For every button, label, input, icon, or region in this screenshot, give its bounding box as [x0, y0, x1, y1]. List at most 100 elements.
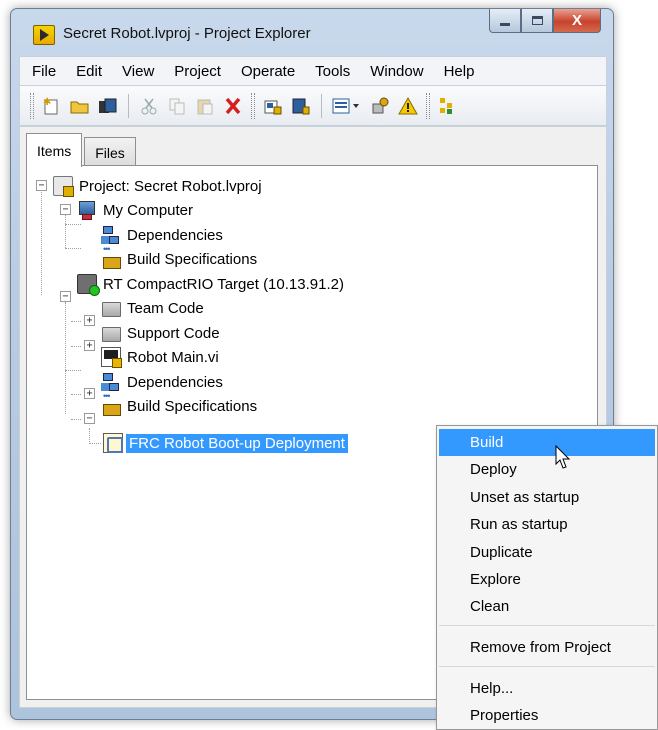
tree-connector: [65, 210, 66, 248]
tree-item-build-specifications[interactable]: Build Specifications: [101, 244, 258, 271]
tree-connector: [65, 302, 66, 414]
tree-item-rt-build-specifications[interactable]: Build Specifications: [101, 391, 258, 418]
properties-icon[interactable]: [368, 94, 392, 118]
menu-item-clean[interactable]: Clean: [439, 593, 655, 620]
tree-item-frc-deployment[interactable]: FRC Robot Boot-up Deployment: [103, 431, 348, 455]
window-controls: X: [489, 9, 601, 33]
menu-item-run-as-startup[interactable]: Run as startup: [439, 511, 655, 538]
close-button[interactable]: X: [553, 9, 601, 33]
tree-connector: [89, 428, 90, 444]
title-bar[interactable]: Secret Robot.lvproj - Project Explorer X: [11, 9, 613, 55]
hierarchy-icon[interactable]: [436, 94, 460, 118]
dependencies-icon: [101, 372, 121, 392]
window-title: Secret Robot.lvproj - Project Explorer: [63, 25, 311, 42]
tree-connector: [65, 224, 81, 225]
delete-icon[interactable]: [221, 94, 245, 118]
toolbar: ✱: [19, 86, 607, 126]
tree-connector: [71, 346, 81, 347]
menu-item-properties[interactable]: Properties: [439, 702, 655, 729]
menu-item-remove-from-project[interactable]: Remove from Project: [439, 634, 655, 661]
svg-text:✱: ✱: [43, 97, 51, 108]
maximize-button[interactable]: [521, 9, 553, 33]
menu-view[interactable]: View: [112, 63, 164, 80]
tree-item-project[interactable]: Project: Secret Robot.lvproj: [53, 174, 262, 198]
tree-item-label: Support Code: [127, 324, 220, 342]
copy-icon[interactable]: [165, 94, 189, 118]
menu-project[interactable]: Project: [164, 63, 231, 80]
toolbar-grip[interactable]: [30, 92, 34, 119]
minimize-icon: [500, 23, 510, 26]
menu-item-unset-as-startup[interactable]: Unset as startup: [439, 484, 655, 511]
view-icon[interactable]: [330, 94, 364, 118]
tree-connector: [71, 394, 81, 395]
tree-item-label: Dependencies: [127, 373, 223, 391]
expand-support-code-toggle[interactable]: +: [84, 340, 95, 351]
expand-team-code-toggle[interactable]: +: [84, 315, 95, 326]
tree-item-label: Team Code: [127, 299, 204, 317]
menu-item-deploy[interactable]: Deploy: [439, 456, 655, 483]
folder-icon: [101, 323, 121, 343]
expand-dependencies-toggle[interactable]: +: [84, 388, 95, 399]
save-all-icon[interactable]: [96, 94, 120, 118]
tab-bar: Items Files: [26, 133, 138, 167]
menu-item-explore[interactable]: Explore: [439, 566, 655, 593]
tree-connector: [71, 321, 81, 322]
build-icon[interactable]: [261, 94, 285, 118]
build-spec-icon: [101, 391, 121, 416]
toolbar-separator: [321, 93, 322, 118]
tree-item-crio-target[interactable]: RT CompactRIO Target (10.13.91.2): [77, 272, 344, 296]
menu-operate[interactable]: Operate: [231, 63, 305, 80]
menu-help[interactable]: Help: [434, 63, 485, 80]
tree-connector: [65, 370, 81, 371]
tree-item-support-code[interactable]: Support Code: [101, 321, 220, 345]
menu-separator: [439, 666, 655, 667]
crio-target-icon: [77, 274, 100, 296]
tab-files[interactable]: Files: [84, 137, 136, 167]
cut-icon[interactable]: [137, 94, 161, 118]
mouse-cursor-icon: [555, 445, 571, 469]
tree-connector: [89, 443, 101, 444]
collapse-project-toggle[interactable]: −: [36, 180, 47, 191]
tree-connector: [65, 248, 81, 249]
toolbar-grip[interactable]: [251, 92, 255, 119]
menu-tools[interactable]: Tools: [305, 63, 360, 80]
menu-item-build[interactable]: Build: [439, 429, 655, 456]
open-icon[interactable]: [68, 94, 92, 118]
collapse-my-computer-toggle[interactable]: −: [60, 204, 71, 215]
collapse-crio-toggle[interactable]: −: [60, 291, 71, 302]
tree-item-rt-dependencies[interactable]: Dependencies: [101, 370, 223, 394]
dependencies-icon: [101, 225, 121, 245]
tree-item-label: Build Specifications: [127, 250, 258, 268]
tree-item-dependencies[interactable]: Dependencies: [101, 223, 223, 247]
tab-items[interactable]: Items: [26, 133, 83, 167]
menu-file[interactable]: File: [20, 63, 66, 80]
tree-item-label: Build Specifications: [127, 397, 258, 415]
build-spec-icon: [101, 244, 121, 269]
tree-item-label: RT CompactRIO Target (10.13.91.2): [103, 275, 344, 293]
toolbar-separator: [128, 93, 129, 118]
paste-icon[interactable]: [193, 94, 217, 118]
menu-item-help[interactable]: Help...: [439, 675, 655, 702]
toolbar-grip[interactable]: [426, 92, 430, 119]
new-icon[interactable]: ✱: [40, 94, 64, 118]
deployment-icon: [103, 433, 123, 453]
tree-item-my-computer[interactable]: My Computer: [77, 198, 193, 222]
tree-item-team-code[interactable]: Team Code: [101, 296, 204, 320]
menu-item-duplicate[interactable]: Duplicate: [439, 539, 655, 566]
labview-app-icon: [33, 25, 55, 45]
minimize-button[interactable]: [489, 9, 521, 33]
menu-edit[interactable]: Edit: [66, 63, 112, 80]
deploy-icon[interactable]: [289, 94, 313, 118]
menu-window[interactable]: Window: [360, 63, 433, 80]
folder-icon: [101, 298, 121, 318]
tree-item-label: My Computer: [103, 201, 194, 219]
collapse-build-specs-toggle[interactable]: −: [84, 413, 95, 424]
warning-icon[interactable]: [396, 94, 420, 118]
tree-item-label: Robot Main.vi: [127, 348, 219, 366]
tree-item-robot-main-vi[interactable]: Robot Main.vi: [101, 345, 219, 369]
tree-item-label: FRC Robot Boot-up Deployment: [126, 433, 348, 453]
project-icon: [53, 176, 74, 197]
menu-separator: [439, 625, 655, 626]
vi-icon: [101, 347, 122, 368]
tree-connector: [41, 190, 42, 295]
